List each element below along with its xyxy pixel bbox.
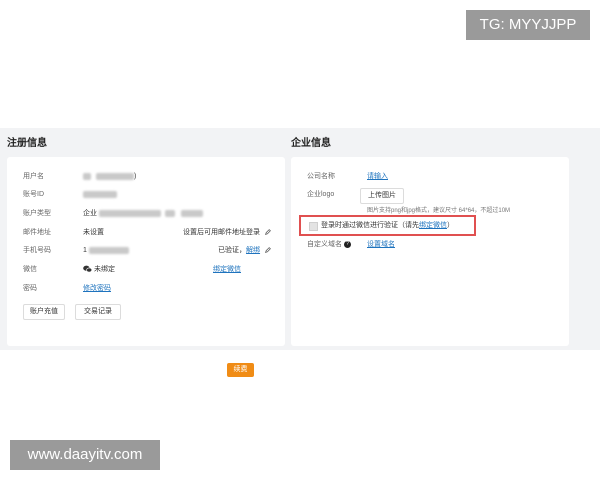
redacted-text [83, 172, 91, 180]
company-name-label: 公司名称 [307, 173, 335, 180]
phone-label: 手机号码 [23, 247, 51, 254]
redacted-text [164, 209, 175, 217]
custom-domain-label: 自定义域名 ? [307, 238, 351, 252]
phone-status-text: 已验证， [218, 247, 247, 254]
pencil-icon[interactable] [265, 247, 271, 254]
tg-badge: TG: MYYJJPP [466, 10, 590, 40]
wechat-label: 微信 [23, 266, 37, 273]
account-id-row: 账号ID [23, 188, 271, 202]
email-value: 未设置 [83, 229, 104, 236]
transaction-records-button[interactable]: 交易记录 [75, 304, 121, 320]
account-type-row: 账户类型 企业 [23, 207, 271, 221]
email-action-text[interactable]: 设置后可用邮件地址登录 [183, 229, 260, 236]
bind-wechat-link[interactable]: 绑定微信 [213, 263, 241, 277]
registration-section-title: 注册信息 [7, 138, 47, 149]
phone-unbind-link[interactable]: 解绑 [246, 247, 260, 254]
company-name-row: 公司名称 请输入 [307, 170, 555, 184]
company-logo-row: 企业logo [307, 188, 555, 202]
account-type-value: 企业 [83, 207, 203, 221]
account-id-value [83, 188, 117, 202]
phone-row: 手机号码 1 已验证，解绑 [23, 244, 271, 258]
password-label: 密码 [23, 285, 37, 292]
highlight-box [299, 215, 476, 236]
email-label: 邮件地址 [23, 229, 51, 236]
wechat-value: 未绑定 [83, 263, 115, 277]
wechat-icon [83, 265, 93, 273]
redacted-text [83, 190, 117, 198]
redacted-text [95, 172, 134, 180]
redacted-text [180, 209, 203, 217]
username-value: ) [83, 170, 136, 184]
account-id-label: 账号ID [23, 191, 44, 198]
company-section-title: 企业信息 [291, 138, 331, 149]
phone-value: 1 [83, 244, 129, 258]
company-logo-label: 企业logo [307, 191, 335, 198]
recharge-button[interactable]: 账户充值 [23, 304, 65, 320]
help-icon[interactable]: ? [343, 240, 351, 248]
wechat-row: 微信 未绑定 绑定微信 [23, 263, 271, 277]
watermark: www.daayitv.com [10, 440, 160, 470]
phone-status: 已验证，解绑 [218, 244, 271, 258]
custom-domain-row: 自定义域名 ? 设置域名 [307, 238, 555, 252]
email-action[interactable]: 设置后可用邮件地址登录 [183, 226, 271, 240]
account-type-text: 企业 [83, 210, 97, 217]
phone-prefix: 1 [83, 247, 87, 254]
account-type-label: 账户类型 [23, 210, 51, 217]
redacted-text [88, 246, 129, 254]
custom-domain-text: 自定义域名 [307, 241, 342, 248]
username-label: 用户名 [23, 173, 44, 180]
redacted-text [98, 209, 161, 217]
pencil-icon[interactable] [265, 229, 271, 236]
username-row: 用户名 ) [23, 170, 271, 184]
registration-card: 用户名 ) 账号ID 账户类型 企业 续费 邮件地址 未设置 设置后可用邮件地址… [7, 157, 285, 377]
email-row: 邮件地址 未设置 设置后可用邮件地址登录 [23, 226, 271, 240]
upload-image-button[interactable]: 上传图片 [360, 188, 404, 204]
company-name-input[interactable]: 请输入 [367, 170, 388, 184]
company-card: 公司名称 请输入 企业logo 上传图片 图片支持png和jpg格式，建议尺寸 … [291, 157, 569, 346]
change-password-link[interactable]: 修改密码 [83, 282, 111, 296]
password-row: 密码 修改密码 [23, 282, 271, 296]
renew-button[interactable]: 续费 [227, 363, 254, 377]
username-value-end: ) [133, 173, 137, 180]
wechat-status: 未绑定 [93, 266, 115, 273]
set-domain-link[interactable]: 设置域名 [367, 238, 395, 252]
